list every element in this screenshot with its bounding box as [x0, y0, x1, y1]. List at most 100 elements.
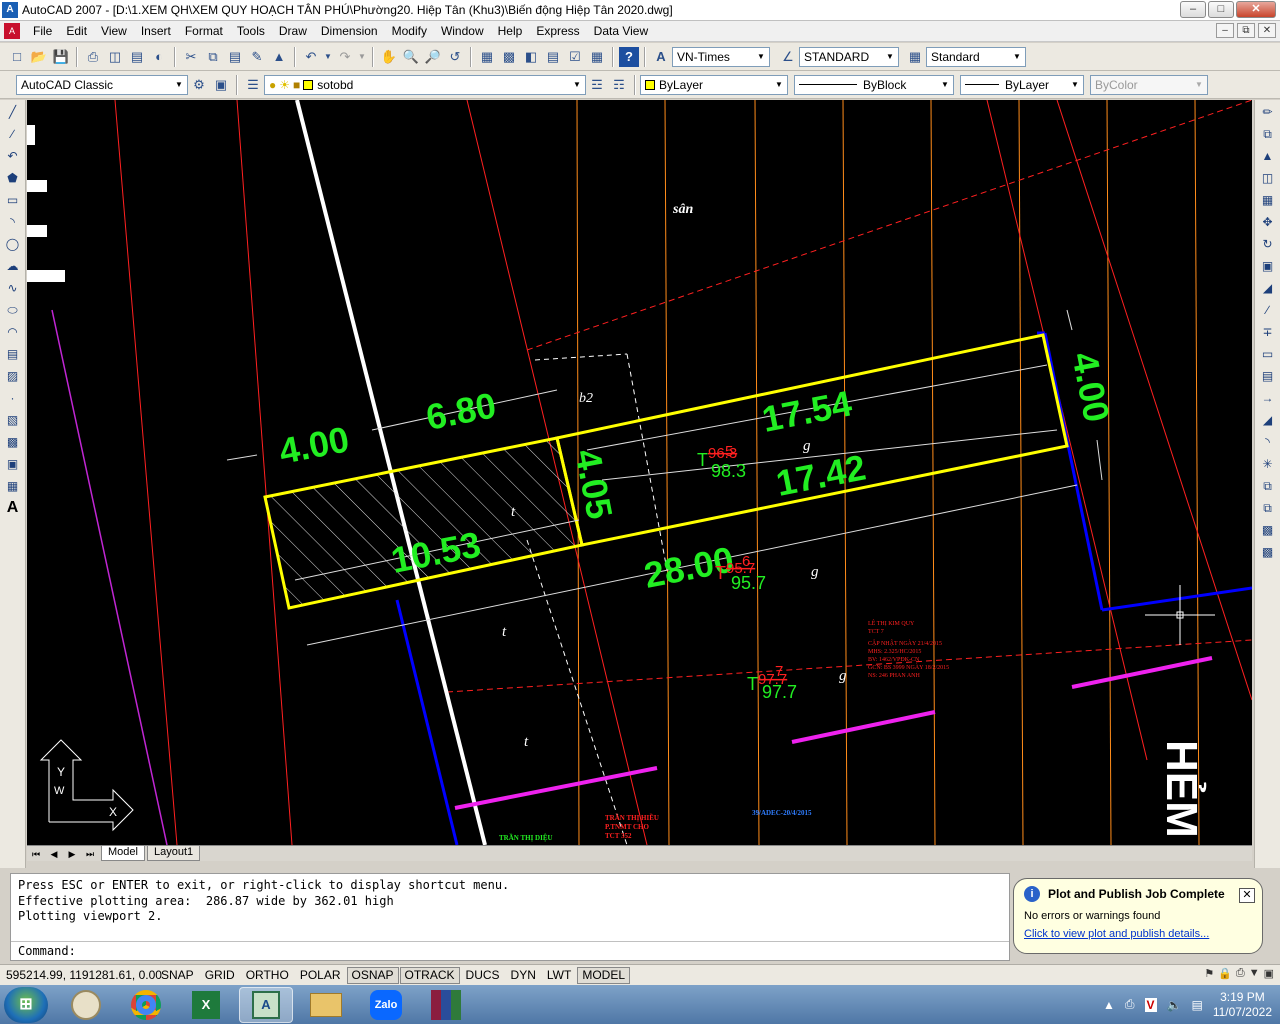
- extend-icon[interactable]: ∓: [1257, 322, 1279, 342]
- publish-icon[interactable]: ▤: [127, 47, 147, 67]
- communication-center-icon[interactable]: ⚑: [1204, 967, 1214, 980]
- make-block-icon[interactable]: ▨: [2, 366, 24, 386]
- chevron-down-icon[interactable]: ▼: [357, 47, 367, 67]
- doc-minimize-button[interactable]: –: [1216, 23, 1234, 38]
- cut-icon[interactable]: ✂: [181, 47, 201, 67]
- table-icon[interactable]: ▦: [2, 476, 24, 496]
- excel-icon[interactable]: X: [179, 987, 233, 1023]
- chamfer-icon[interactable]: ◢: [1257, 410, 1279, 430]
- copy-icon[interactable]: ⧉: [203, 47, 223, 67]
- table-style-select[interactable]: Standard ▼: [926, 46, 1026, 67]
- explorer-icon[interactable]: [299, 987, 353, 1023]
- autocad-icon[interactable]: A: [239, 986, 293, 1023]
- menu-dimension[interactable]: Dimension: [314, 24, 385, 38]
- tool-palettes-icon[interactable]: ◧: [521, 47, 541, 67]
- join-icon[interactable]: →: [1257, 388, 1279, 408]
- polyline-icon[interactable]: ↶: [2, 146, 24, 166]
- zoom-window-icon[interactable]: 🔎: [423, 47, 443, 67]
- help-icon[interactable]: ?: [619, 46, 639, 67]
- lock-icon[interactable]: 🔒: [1218, 967, 1232, 980]
- erase-icon[interactable]: ✏: [1257, 102, 1279, 122]
- insert-block-icon[interactable]: ▤: [2, 344, 24, 364]
- menu-modify[interactable]: Modify: [385, 24, 434, 38]
- offset-icon[interactable]: ◫: [1257, 168, 1279, 188]
- zalo-icon[interactable]: Zalo: [359, 987, 413, 1023]
- move-icon[interactable]: ✥: [1257, 212, 1279, 232]
- dyn-toggle[interactable]: DYN: [506, 967, 541, 984]
- workspace-settings-icon[interactable]: ⚙: [189, 75, 209, 95]
- break-at-point-icon[interactable]: ▭: [1257, 344, 1279, 364]
- model-toggle[interactable]: MODEL: [577, 966, 631, 984]
- break-icon[interactable]: ▤: [1257, 366, 1279, 386]
- tab-layout1[interactable]: Layout1: [146, 846, 201, 861]
- explode-icon[interactable]: ✳: [1257, 454, 1279, 474]
- doc-restore-button[interactable]: ⧉: [1237, 23, 1255, 38]
- printer-icon[interactable]: ⎙: [1125, 997, 1135, 1012]
- tab-model[interactable]: Model: [101, 846, 145, 861]
- paste-icon[interactable]: ▤: [225, 47, 245, 67]
- zoom-realtime-icon[interactable]: 🔍: [401, 47, 421, 67]
- spline-icon[interactable]: ∿: [2, 278, 24, 298]
- text-style-select[interactable]: VN-Times ▼: [672, 46, 770, 67]
- drawing-canvas[interactable]: Y W X 4.00 6.80 17.54 17.42 10.53 28.00 …: [27, 100, 1252, 845]
- clean-screen-icon[interactable]: ▣: [1264, 967, 1274, 980]
- save-icon[interactable]: 💾: [51, 47, 71, 67]
- osnap-toggle[interactable]: OSNAP: [346, 966, 399, 984]
- layer-select[interactable]: ● ☀ ■ sotobd ▼: [264, 74, 586, 95]
- menu-format[interactable]: Format: [178, 24, 230, 38]
- properties-icon[interactable]: ▦: [477, 47, 497, 67]
- line-icon[interactable]: ╱: [2, 102, 24, 122]
- stretch-icon[interactable]: ◢: [1257, 278, 1279, 298]
- ducs-toggle[interactable]: DUCS: [461, 967, 505, 984]
- copy-object-icon[interactable]: ⧉: [1257, 124, 1279, 144]
- gradient-icon[interactable]: ▩: [2, 432, 24, 452]
- polygon-icon[interactable]: ⬟: [2, 168, 24, 188]
- calculator-icon[interactable]: ▦: [587, 47, 607, 67]
- lwt-toggle[interactable]: LWT: [542, 967, 576, 984]
- ellipse-icon[interactable]: ⬭: [2, 300, 24, 320]
- workspace-select[interactable]: AutoCAD Classic ▼: [16, 74, 188, 95]
- lineweight-select[interactable]: ByLayer ▼: [960, 74, 1084, 95]
- region-icon[interactable]: ▣: [2, 454, 24, 474]
- workspace-save-icon[interactable]: ▣: [211, 75, 231, 95]
- revision-cloud-icon[interactable]: ☁: [2, 256, 24, 276]
- construction-line-icon[interactable]: ∕: [2, 124, 24, 144]
- volume-icon[interactable]: 🔈: [1167, 998, 1182, 1012]
- command-prompt[interactable]: Command:: [18, 944, 76, 960]
- document-icon[interactable]: A: [4, 23, 20, 39]
- chevron-down-icon[interactable]: ▼: [1249, 967, 1260, 980]
- design-center-icon[interactable]: ▩: [499, 47, 519, 67]
- sheet-set-icon[interactable]: ▤: [543, 47, 563, 67]
- zoom-previous-icon[interactable]: ↺: [445, 47, 465, 67]
- rotate-icon[interactable]: ↻: [1257, 234, 1279, 254]
- previous-tab-icon[interactable]: ◀: [45, 847, 63, 861]
- menu-draw[interactable]: Draw: [272, 24, 314, 38]
- array-icon[interactable]: ▦: [1257, 190, 1279, 210]
- menu-tools[interactable]: Tools: [230, 24, 272, 38]
- chevron-up-icon[interactable]: ▲: [1103, 998, 1115, 1012]
- menu-insert[interactable]: Insert: [134, 24, 178, 38]
- draworder-back-icon[interactable]: ⧉: [1257, 498, 1279, 518]
- ortho-toggle[interactable]: ORTHO: [241, 967, 294, 984]
- menu-edit[interactable]: Edit: [59, 24, 94, 38]
- dim-style-select[interactable]: STANDARD ▼: [799, 46, 899, 67]
- draworder-front-icon[interactable]: ⧉: [1257, 476, 1279, 496]
- markup-icon[interactable]: ☑: [565, 47, 585, 67]
- undo-icon[interactable]: ↶: [301, 47, 321, 67]
- draworder-below-icon[interactable]: ▩: [1257, 542, 1279, 562]
- menu-express[interactable]: Express: [529, 24, 586, 38]
- close-button[interactable]: ✕: [1236, 1, 1276, 18]
- plot-preview-icon[interactable]: ◫: [105, 47, 125, 67]
- minimize-button[interactable]: –: [1180, 1, 1206, 18]
- ellipse-arc-icon[interactable]: ◠: [2, 322, 24, 342]
- fillet-icon[interactable]: ◝: [1257, 432, 1279, 452]
- next-tab-icon[interactable]: ▶: [63, 847, 81, 861]
- last-tab-icon[interactable]: ⏭: [81, 847, 99, 861]
- arc-icon[interactable]: ◝: [2, 212, 24, 232]
- grid-toggle[interactable]: GRID: [200, 967, 240, 984]
- otrack-toggle[interactable]: OTRACK: [399, 966, 460, 984]
- text-style-icon[interactable]: A: [651, 47, 671, 67]
- pan-icon[interactable]: ✋: [379, 47, 399, 67]
- open-icon[interactable]: 📂: [29, 47, 49, 67]
- doc-close-button[interactable]: ✕: [1258, 23, 1276, 38]
